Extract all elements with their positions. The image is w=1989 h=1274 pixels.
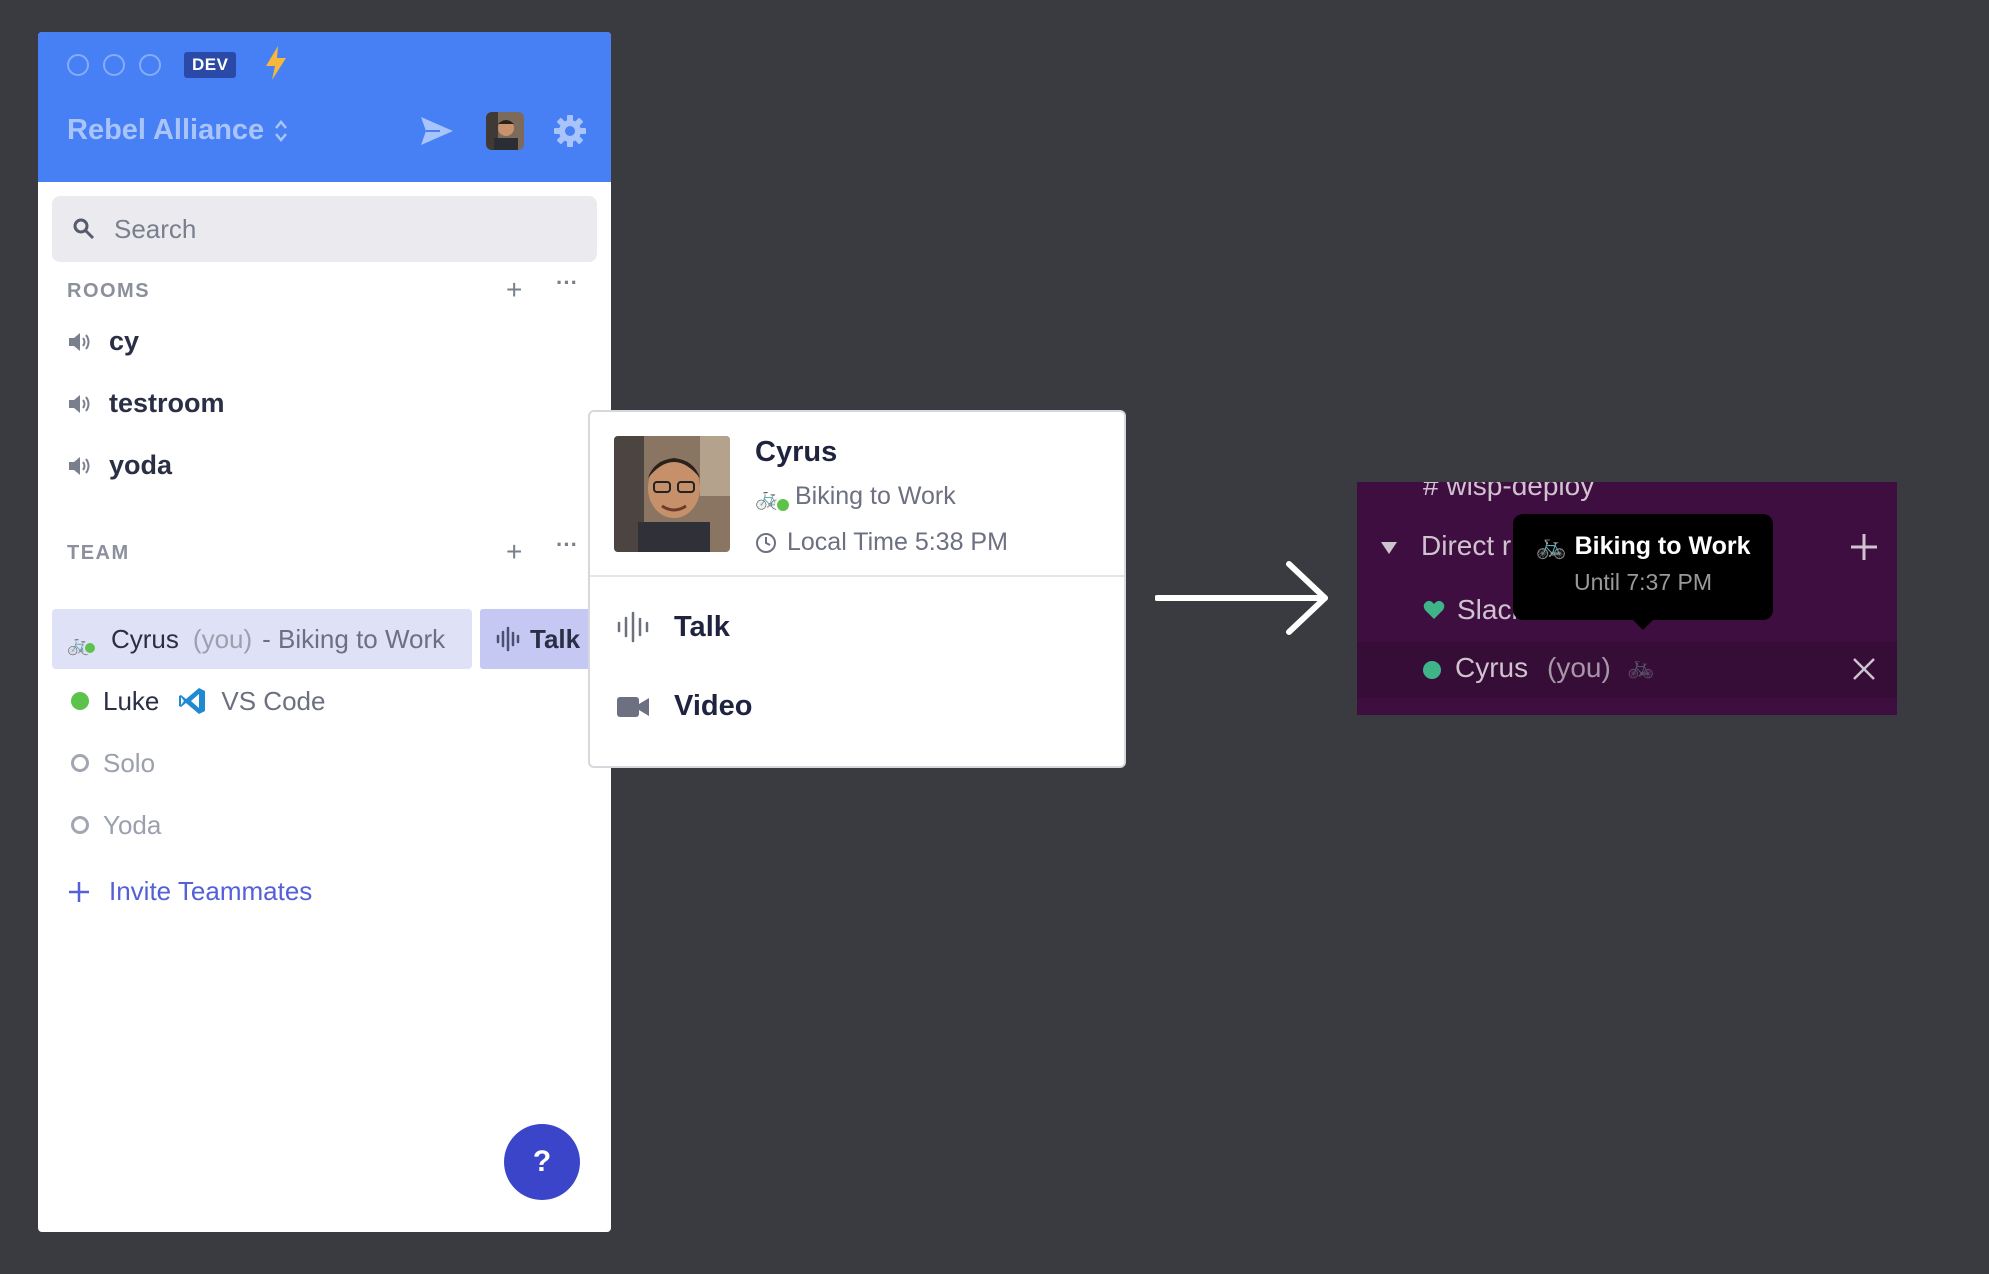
offline-indicator: [71, 754, 89, 772]
app-header: DEV Rebel Alliance: [38, 32, 611, 182]
lightning-icon: [266, 46, 286, 80]
popover-talk-button[interactable]: Talk: [616, 610, 730, 644]
speaker-icon: [69, 456, 90, 475]
close-window-button[interactable]: [67, 54, 89, 76]
room-label: cy: [109, 326, 140, 356]
slack-sidebar-snippet: # wisp-deploy Direct r Slack Cyrus (you)…: [1357, 482, 1897, 715]
online-indicator: [83, 641, 97, 655]
room-item-testroom[interactable]: testroom: [67, 388, 225, 419]
offline-indicator: [71, 816, 89, 834]
invite-label: Invite Teammates: [109, 876, 313, 906]
help-button[interactable]: ?: [504, 1124, 580, 1200]
heart-icon: [1423, 600, 1445, 619]
popover-name: Cyrus: [755, 436, 838, 468]
search-icon: [73, 218, 95, 240]
user-avatar[interactable]: [486, 112, 524, 150]
bike-status-icon: 🚲: [67, 627, 97, 656]
workspace-name: Rebel Alliance: [67, 114, 265, 146]
bike-icon: 🚲: [1535, 532, 1567, 560]
talk-label: Talk: [674, 610, 730, 643]
gear-icon[interactable]: [553, 114, 587, 148]
zoom-window-button[interactable]: [139, 54, 161, 76]
popover-video-button[interactable]: Video: [616, 690, 752, 723]
room-label: testroom: [109, 388, 225, 418]
popover-local-time: Local Time 5:38 PM: [755, 528, 1008, 557]
minimize-window-button[interactable]: [103, 54, 125, 76]
workspace-switcher[interactable]: Rebel Alliance: [67, 114, 288, 147]
caret-down-icon[interactable]: [1379, 540, 1399, 556]
talk-label: Talk: [530, 623, 581, 654]
member-name: Solo: [103, 747, 156, 778]
plus-icon: [69, 881, 89, 902]
status-tooltip: 🚲 Biking to Work Until 7:37 PM: [1513, 514, 1773, 630]
room-item-cy[interactable]: cy: [67, 326, 139, 357]
bike-status-icon: 🚲: [1627, 654, 1655, 679]
team-more-icon[interactable]: ···: [556, 534, 578, 556]
member-app-text: VS Code: [221, 685, 326, 716]
popover-divider: [590, 575, 1124, 577]
member-name: Yoda: [103, 809, 162, 840]
member-name: Luke: [103, 685, 160, 716]
video-label: Video: [674, 690, 753, 722]
you-label: (you): [1547, 652, 1611, 683]
tooltip-title: Biking to Work: [1574, 532, 1751, 560]
user-popover: Cyrus 🚲 Biking to Work Local Time 5:38 P…: [588, 410, 1126, 768]
search-bar[interactable]: [52, 196, 597, 262]
slack-section-title[interactable]: Direct r: [1421, 530, 1511, 562]
add-teammate-icon[interactable]: +: [506, 538, 522, 566]
right-arrow-icon: [1155, 561, 1328, 635]
rooms-more-icon[interactable]: ···: [556, 272, 578, 294]
plus-icon[interactable]: [1849, 532, 1879, 562]
team-member-yoda[interactable]: Yoda: [52, 795, 161, 855]
popover-avatar: [614, 436, 730, 552]
status-text: Biking to Work: [795, 482, 956, 510]
local-time-text: Local Time 5:38 PM: [787, 528, 1008, 556]
tooltip-tail: [1633, 620, 1653, 630]
online-indicator: [1423, 661, 1441, 679]
popover-status: 🚲 Biking to Work: [755, 482, 956, 513]
team-member-solo[interactable]: Solo: [52, 733, 155, 793]
member-name: Cyrus: [111, 623, 179, 654]
vscode-icon: [179, 688, 206, 714]
audio-wave-icon: [617, 611, 649, 643]
speaker-icon: [69, 394, 90, 413]
app-window: DEV Rebel Alliance Search ROOMS + ··· cy…: [38, 32, 611, 1232]
invite-teammates-link[interactable]: Invite Teammates: [67, 876, 312, 907]
close-icon[interactable]: [1851, 656, 1877, 682]
slack-dm-row-cyrus[interactable]: Cyrus (you) 🚲: [1357, 642, 1897, 698]
member-status-text: - Biking to Work: [262, 623, 446, 654]
team-member-luke[interactable]: Luke VS Code: [52, 671, 325, 731]
room-label: yoda: [109, 450, 173, 480]
dev-badge: DEV: [184, 52, 237, 78]
slack-channel-item[interactable]: # wisp-deploy: [1423, 482, 1594, 502]
slack-dm-name: Cyrus: [1455, 652, 1529, 683]
bike-status-icon: 🚲: [755, 483, 791, 513]
online-indicator: [71, 692, 89, 710]
send-icon[interactable]: [420, 116, 454, 146]
tooltip-subtitle: Until 7:37 PM: [1573, 569, 1713, 595]
team-member-cyrus[interactable]: 🚲 Cyrus (you) - Biking to Work: [52, 609, 472, 669]
updown-chevron-icon: [275, 119, 288, 142]
talk-button[interactable]: Talk: [480, 609, 590, 669]
speaker-icon: [69, 332, 90, 351]
rooms-section-title: ROOMS: [67, 280, 151, 302]
audio-wave-icon: [496, 626, 520, 652]
search-input[interactable]: [114, 213, 554, 245]
team-section-title: TEAM: [67, 542, 130, 564]
you-label: (you): [192, 623, 253, 654]
video-camera-icon: [617, 696, 649, 717]
online-indicator: [775, 496, 791, 513]
clock-icon: [756, 532, 776, 553]
add-room-icon[interactable]: +: [506, 276, 522, 304]
room-item-yoda[interactable]: yoda: [67, 450, 172, 481]
